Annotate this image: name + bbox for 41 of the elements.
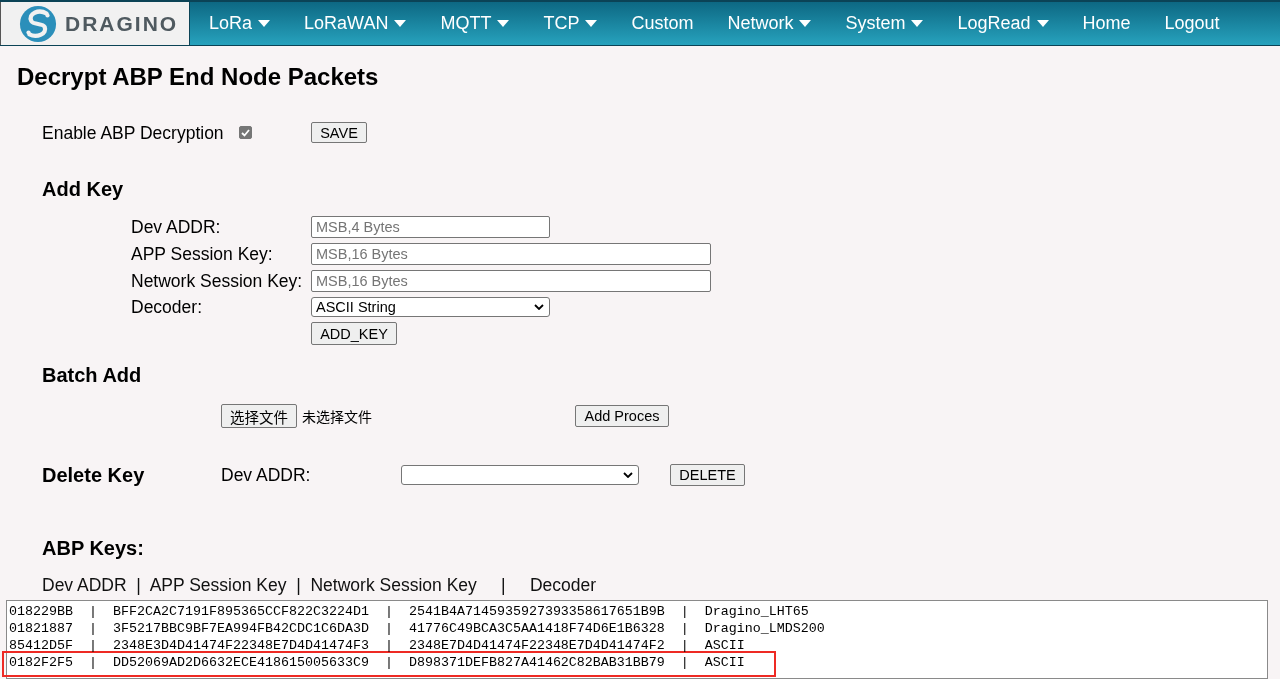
dev-addr-label: Dev ADDR:	[221, 465, 312, 485]
field-label: Decoder:	[131, 297, 203, 317]
page-title: Decrypt ABP End Node Packets	[17, 63, 379, 91]
add-process-button[interactable]: Add Proces	[575, 405, 669, 427]
keys-column-header: Dev ADDR | APP Session Key | Network Session Key | Decoder	[42, 575, 597, 595]
key-field[interactable]: MSB,16 Bytes	[311, 243, 711, 265]
section-heading: Add Key	[42, 177, 124, 201]
nav-item[interactable]: LoRaWAN	[287, 2, 424, 45]
section-heading: Delete Key	[42, 463, 146, 487]
check-icon	[241, 128, 250, 137]
add-key-button[interactable]: ADD_KEY	[311, 322, 397, 345]
enable-checkbox[interactable]	[239, 126, 252, 139]
field-label: Network Session Key:	[131, 271, 304, 291]
nav-item[interactable]: System	[828, 2, 941, 45]
nav-item[interactable]: TCP	[526, 2, 615, 45]
nav-item[interactable]: LoRa	[192, 2, 288, 45]
file-choose-button[interactable]: 选择文件	[221, 404, 297, 428]
nav-item[interactable]: Network	[710, 2, 829, 45]
logo-text: DRAGINO	[65, 11, 179, 36]
key-entry-line: 85412D5F | 2348E3D4D41474F22348E7D4D41474F3 | 2348E7D4D41474F22348E7D4D41474F2 | ASCII	[9, 637, 745, 654]
save-button[interactable]: SAVE	[311, 122, 367, 143]
key-field[interactable]: MSB,16 Bytes	[311, 270, 711, 292]
nav-item[interactable]: Home	[1065, 2, 1148, 45]
nav-item[interactable]: MQTT	[423, 2, 527, 45]
nav-item[interactable]: Logout	[1147, 2, 1237, 45]
dev-addr-select[interactable]	[401, 465, 639, 485]
nav-item[interactable]: LogRead	[940, 2, 1066, 45]
chevron-icon	[623, 472, 633, 478]
decoder-select[interactable]: ASCII String	[311, 297, 550, 317]
chevron-icon	[534, 304, 544, 310]
field-label: Dev ADDR:	[131, 217, 222, 237]
enable-label: Enable ABP Decryption	[42, 122, 225, 143]
key-entry-line: 01821887 | 3F5217BBC9BF7EA994FB42CDC1C6DA3D | 41776C49BCA3C5AA1418F74D6E1B6328 | Dragino_LMDS200	[9, 620, 825, 637]
address-field[interactable]: MSB,4 Bytes	[311, 216, 550, 238]
section-heading: ABP Keys:	[42, 536, 144, 560]
nav-item[interactable]: Custom	[614, 2, 711, 45]
delete-button[interactable]: DELETE	[670, 464, 745, 486]
field-label: APP Session Key:	[131, 244, 274, 264]
file-status-text: 未选择文件	[301, 406, 373, 426]
section-heading: Batch Add	[42, 363, 142, 387]
key-entry-line: 018229BB | BFF2CA2C7191F895365CCF822C3224D1 | 2541B4A7145935927393358617651B9B | Dragino_LHT65	[9, 603, 809, 620]
